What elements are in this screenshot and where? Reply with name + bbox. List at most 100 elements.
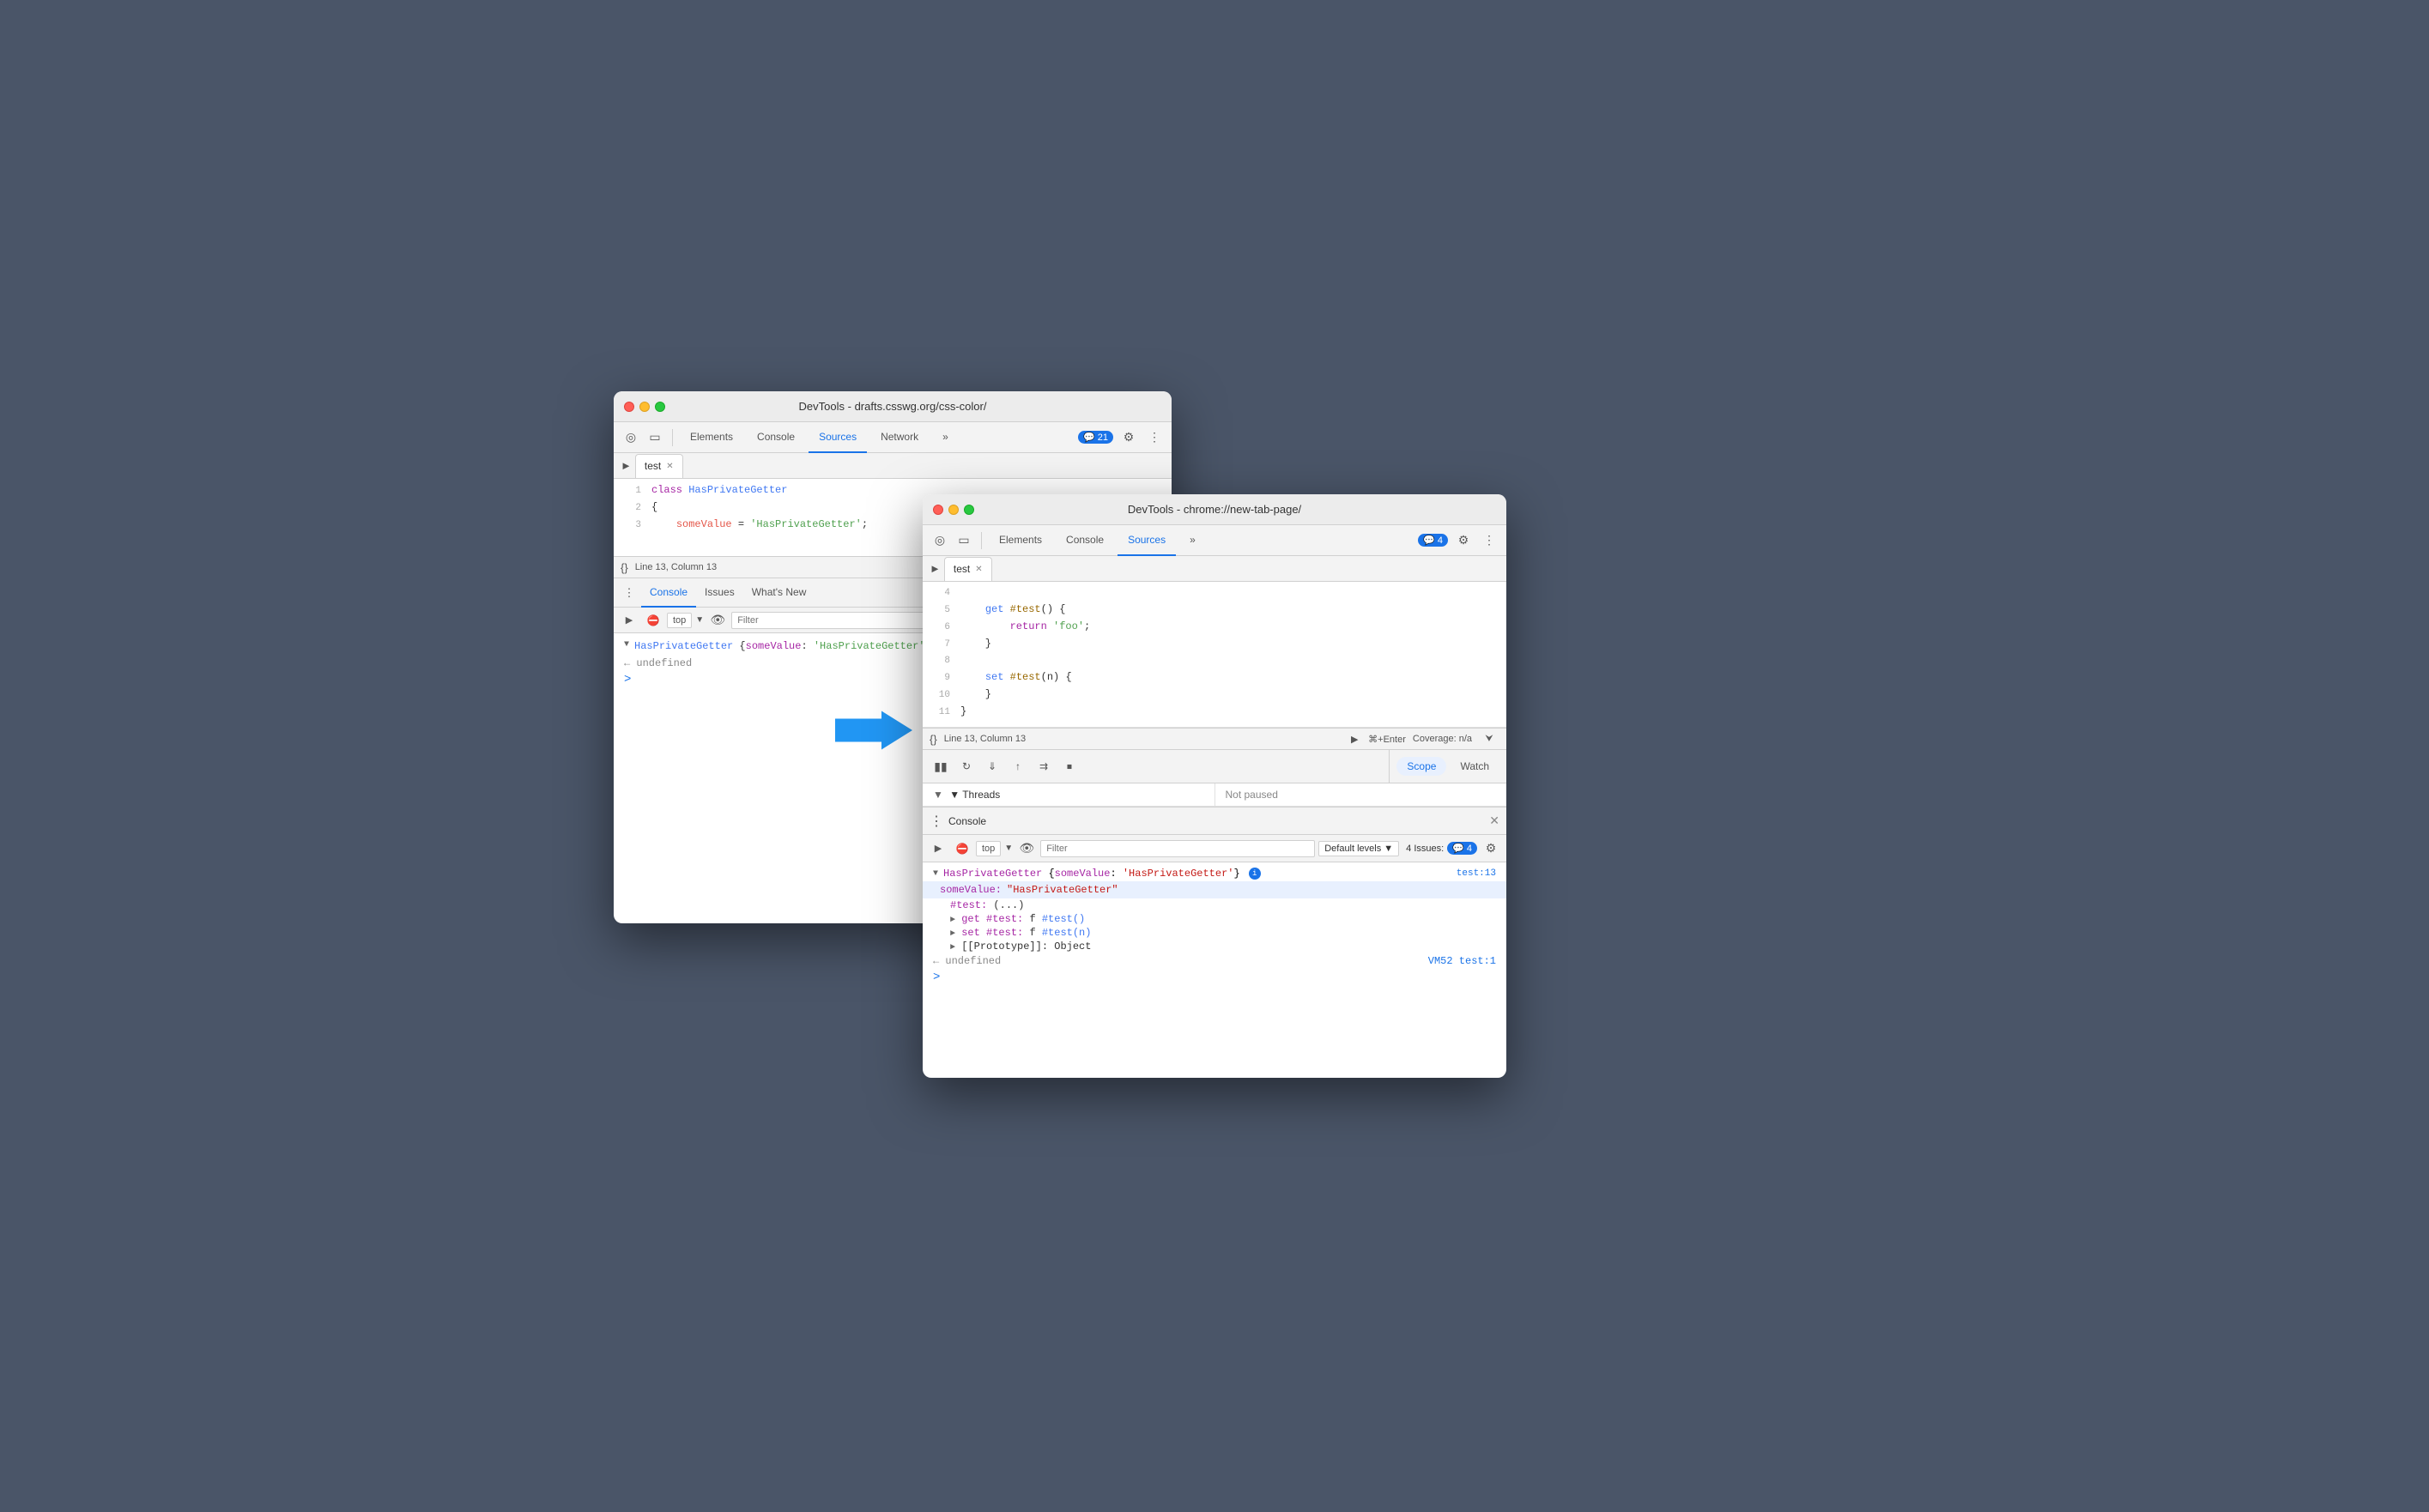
toolbar-divider-1	[672, 429, 673, 446]
console-settings-2[interactable]: ⚙	[1481, 838, 1501, 859]
panel-toggle-2[interactable]: ►	[930, 562, 941, 575]
tab-more-2[interactable]: »	[1179, 525, 1206, 556]
traffic-lights-2	[933, 505, 974, 515]
tab-elements-1[interactable]: Elements	[680, 422, 743, 453]
tab-sources-2[interactable]: Sources	[1118, 525, 1176, 556]
source-link-2[interactable]: test:13	[1457, 868, 1496, 879]
watch-tab[interactable]: Watch	[1450, 757, 1499, 776]
console-tab-whatsnew-1[interactable]: What's New	[743, 578, 815, 608]
tab-network-1[interactable]: Network	[870, 422, 929, 453]
file-tab-test-1[interactable]: test ✕	[635, 454, 683, 478]
blue-arrow	[835, 709, 912, 752]
file-tab-name-1: test	[645, 460, 661, 472]
code-line-4: 4	[923, 585, 1506, 602]
tab-sources-1[interactable]: Sources	[809, 422, 867, 453]
console-caret-2[interactable]: >	[923, 969, 1506, 986]
more-icon-1[interactable]: ⋮	[1144, 427, 1165, 448]
settings-icon-1[interactable]: ⚙	[1118, 427, 1139, 448]
chat-badge-2[interactable]: 💬 4	[1418, 534, 1448, 547]
console-close-2[interactable]: ✕	[1489, 813, 1499, 828]
sub-val-test: (...)	[993, 899, 1024, 911]
issues-chat-badge-2: 💬 4	[1447, 842, 1477, 855]
status-shortcut-2: ⌘+Enter	[1368, 734, 1406, 745]
console-play-2[interactable]: ▶	[928, 838, 948, 859]
traffic-lights-1	[624, 402, 665, 412]
issues-count-2: 4 Issues:	[1406, 844, 1444, 854]
expand-arrow-set[interactable]: ►	[950, 929, 955, 939]
curly-icon-2[interactable]: {}	[930, 733, 937, 746]
pause-btn[interactable]: ▮▮	[930, 755, 952, 777]
console-eye-2[interactable]: 👁	[1016, 838, 1037, 859]
console-tab-console-1[interactable]: Console	[641, 578, 696, 608]
expand-arrow-proto[interactable]: ►	[950, 943, 955, 953]
console-more-1[interactable]: ⋮	[621, 584, 638, 602]
step-over-btn[interactable]: ⇓	[981, 755, 1003, 777]
code-line-5: 5 get #test() {	[923, 602, 1506, 619]
expand-arrow-1[interactable]: ▼	[624, 640, 629, 650]
run-btn-2[interactable]: ▶	[1348, 732, 1361, 746]
more-icon-2[interactable]: ⋮	[1479, 530, 1499, 551]
console-header-row-2: ⋮ Console ✕	[923, 807, 1506, 835]
inspect-icon[interactable]: ◎	[621, 427, 641, 448]
close-button-1[interactable]	[624, 402, 634, 412]
file-tab-close-1[interactable]: ✕	[666, 462, 673, 471]
top-selector-1[interactable]: top	[667, 613, 692, 628]
console-block-1[interactable]: ⛔	[643, 610, 663, 631]
inspect-icon-2[interactable]: ◎	[930, 530, 950, 551]
step-into-btn[interactable]: ↑	[1007, 755, 1029, 777]
code-line-9: 9 set #test(n) {	[923, 669, 1506, 686]
step-out-btn[interactable]: ⇉	[1033, 755, 1055, 777]
minimize-button-1[interactable]	[639, 402, 650, 412]
settings-icon-2[interactable]: ⚙	[1453, 530, 1474, 551]
threads-label: ▼ Threads	[949, 789, 1000, 801]
coverage-icon-2[interactable]: ⮟	[1479, 729, 1499, 749]
console-tab-issues-1[interactable]: Issues	[696, 578, 743, 608]
close-button-2[interactable]	[933, 505, 943, 515]
default-levels-btn-2[interactable]: Default levels ▼	[1318, 841, 1399, 856]
expand-arrow-obj-2[interactable]: ▼	[933, 869, 938, 879]
expand-icon-threads: ▼	[933, 789, 943, 801]
console-label-2: Console	[948, 815, 986, 827]
highlighted-val-2: "HasPrivateGetter"	[1007, 884, 1118, 896]
panel-toggle-1[interactable]: ►	[621, 459, 632, 472]
file-tab-test-2[interactable]: test ✕	[944, 557, 992, 581]
sub-entry-proto-2: ► [[Prototype]]: Object	[923, 940, 1506, 953]
tab-more-1[interactable]: »	[932, 422, 959, 453]
vm-link-2[interactable]: VM52 test:1	[1428, 955, 1496, 967]
console-block-2[interactable]: ⛔	[952, 838, 972, 859]
undefined-text-2: ← undefined	[933, 955, 1001, 967]
code-line-10: 10 }	[923, 686, 1506, 704]
issues-num-2: 4	[1467, 844, 1472, 854]
tab-elements-2[interactable]: Elements	[989, 525, 1052, 556]
expand-arrow-get[interactable]: ►	[950, 916, 955, 925]
chat-badge-1[interactable]: 💬 21	[1078, 431, 1113, 444]
file-tabs-1: ► test ✕	[614, 453, 1172, 479]
top-dropdown-1[interactable]: ▼	[695, 615, 704, 625]
deactivate-btn[interactable]: ⏹	[1058, 755, 1081, 777]
sub-entry-get-2: ► get #test: f #test()	[923, 912, 1506, 926]
device-icon[interactable]: ▭	[645, 427, 665, 448]
console-dots-2[interactable]: ⋮	[930, 813, 943, 830]
scope-tab[interactable]: Scope	[1396, 757, 1446, 776]
curly-icon-1[interactable]: {}	[621, 561, 628, 574]
obj-class-1: HasPrivateGetter {someValue: 'HasPrivate…	[634, 640, 931, 652]
maximize-button-1[interactable]	[655, 402, 665, 412]
console-obj-row-2[interactable]: ▼ HasPrivateGetter {someValue: 'HasPriva…	[923, 866, 1506, 881]
console-filter-2[interactable]	[1040, 840, 1315, 857]
minimize-button-2[interactable]	[948, 505, 959, 515]
tab-console-1[interactable]: Console	[747, 422, 805, 453]
window-title-1: DevTools - drafts.csswg.org/css-color/	[799, 400, 987, 413]
tab-console-2[interactable]: Console	[1056, 525, 1114, 556]
console-eye-1[interactable]: 👁	[707, 610, 728, 631]
console-play-1[interactable]: ▶	[619, 610, 639, 631]
default-levels-text: Default levels	[1324, 844, 1381, 854]
file-tab-close-2[interactable]: ✕	[975, 565, 982, 574]
resume-btn[interactable]: ↻	[955, 755, 978, 777]
console-output-2: ▼ HasPrivateGetter {someValue: 'HasPriva…	[923, 862, 1506, 986]
device-icon-2[interactable]: ▭	[954, 530, 974, 551]
top-dropdown-2[interactable]: ▼	[1004, 844, 1013, 853]
threads-row: ▼ ▼ Threads Not paused	[923, 783, 1506, 807]
chat-count-1: 21	[1098, 432, 1108, 443]
maximize-button-2[interactable]	[964, 505, 974, 515]
top-selector-2[interactable]: top	[976, 841, 1001, 856]
